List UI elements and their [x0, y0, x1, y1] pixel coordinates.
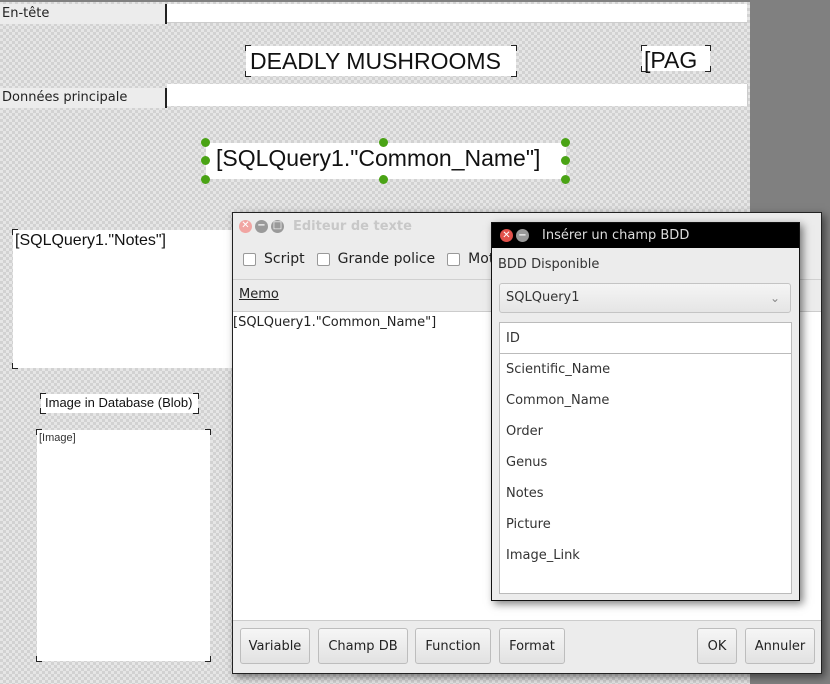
insert-db-field-titlebar[interactable]: ✕ − Insérer un champ BDD [492, 223, 799, 248]
script-checkbox[interactable]: Script [243, 251, 305, 267]
field-list-item[interactable]: Scientific_Name [500, 354, 791, 385]
minimize-icon[interactable]: − [255, 219, 268, 233]
field-list-item[interactable]: Genus [500, 447, 791, 478]
format-button[interactable]: Format [499, 628, 565, 664]
field-list-item[interactable]: ID [500, 323, 791, 354]
report-title-field[interactable]: DEADLY MUSHROOMS [245, 45, 517, 77]
notes-text: [SQLQuery1."Notes"] [15, 232, 166, 249]
resize-handle-b[interactable] [379, 175, 388, 184]
notes-field[interactable]: [SQLQuery1."Notes"] [12, 229, 235, 369]
resize-handle-br[interactable] [561, 175, 570, 184]
field-list-item[interactable]: Image_Link [500, 540, 791, 571]
field-list-item[interactable]: Notes [500, 478, 791, 509]
resize-handle-tr[interactable] [561, 138, 570, 147]
function-button[interactable]: Function [415, 628, 491, 664]
close-icon[interactable]: ✕ [500, 229, 513, 242]
db-select[interactable]: SQLQuery1 ⌄ [499, 283, 791, 313]
close-icon[interactable]: ✕ [239, 219, 252, 233]
image-field[interactable]: [Image] [36, 429, 211, 662]
resize-handle-tl[interactable] [201, 138, 210, 147]
insert-db-field-title: Insérer un champ BDD [542, 228, 690, 243]
ok-button[interactable]: OK [697, 628, 737, 664]
db-field-button[interactable]: Champ DB [318, 628, 408, 664]
large-font-checkbox[interactable]: Grande police [316, 251, 435, 267]
page-number-text: [PAG [644, 47, 698, 73]
header-band-bar [167, 4, 747, 23]
field-list-item[interactable]: Order [500, 416, 791, 447]
text-editor-title: Editeur de texte [293, 218, 412, 234]
insert-db-field-dialog: ✕ − Insérer un champ BDD BDD Disponible … [491, 222, 800, 601]
variable-button[interactable]: Variable [240, 628, 310, 664]
image-placeholder-text: [Image] [39, 432, 76, 444]
resize-handle-l[interactable] [201, 156, 210, 165]
available-db-label: BDD Disponible [498, 257, 600, 272]
maximize-icon[interactable]: □ [271, 219, 284, 233]
memo-content: [SQLQuery1."Common_Name"] [233, 315, 437, 330]
image-caption-text: Image in Database (Blob) [45, 395, 193, 410]
main-band-label[interactable]: Données principale [0, 88, 167, 108]
resize-handle-bl[interactable] [201, 175, 210, 184]
field-list-item[interactable]: Picture [500, 509, 791, 540]
minimize-icon[interactable]: − [516, 229, 529, 242]
report-title-text: DEADLY MUSHROOMS [250, 48, 501, 74]
page-number-field[interactable]: [PAG [641, 45, 711, 73]
resize-handle-r[interactable] [561, 156, 570, 165]
header-band-label[interactable]: En-tête [0, 4, 167, 24]
common-name-text: [SQLQuery1."Common_Name"] [216, 145, 541, 171]
resize-handle-t[interactable] [379, 138, 388, 147]
cancel-button[interactable]: Annuler [745, 628, 815, 664]
image-caption-field[interactable]: Image in Database (Blob) [40, 393, 199, 414]
field-list-item[interactable]: Common_Name [500, 385, 791, 416]
chevron-down-icon: ⌄ [769, 291, 780, 305]
db-select-value: SQLQuery1 [506, 290, 580, 305]
common-name-field[interactable]: [SQLQuery1."Common_Name"] [206, 143, 566, 179]
main-band-bar [167, 84, 748, 106]
field-list[interactable]: ID Scientific_Name Common_Name Order Genus No… [499, 322, 792, 594]
